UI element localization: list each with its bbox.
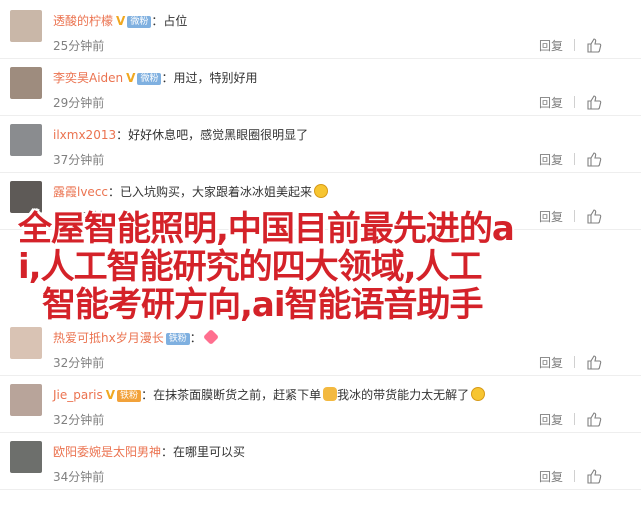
separator-colon: ： [161,445,174,459]
divider [574,210,575,222]
thumbs-up-icon[interactable] [586,468,602,484]
divider [574,153,575,165]
smile-emoji-icon [471,387,486,401]
comment-item: Jie_paris V 铁粉 ：在抹茶面膜断货之前，赶紧下单 我冰的带货能力太无解了 32… [0,376,641,433]
comment-item: 欧阳委婉是太阳男神：在哪里可以买 34分钟前 回复 [0,433,641,490]
cat-emoji-icon [323,387,338,401]
thumbs-up-icon[interactable] [586,37,602,53]
divider [574,356,575,368]
timestamp: 34分钟前 [53,470,105,484]
reply-button[interactable]: 回复 [539,208,563,225]
comment-item: ilxmx2013：好好休息吧，感觉黑眼圈很明显了 37分钟前 回复 [0,116,641,173]
comment-line: Jie_paris V 铁粉 ：在抹茶面膜断货之前，赶紧下单 我冰的带货能力太无解了 [53,387,486,403]
username-link[interactable]: 露霞lvecc [53,185,108,199]
timestamp: 29分钟前 [53,96,105,110]
avatar[interactable] [10,10,42,42]
timestamp: 32分钟前 [53,356,105,370]
thumbs-up-icon[interactable] [586,208,602,224]
thumbs-up-icon[interactable] [586,151,602,167]
reply-button[interactable]: 回复 [539,468,563,485]
verified-icon: V [116,14,126,28]
avatar[interactable] [10,327,42,359]
fan-badge: 铁粉 [117,390,142,402]
comment-text: 在抹茶面膜断货之前，赶紧下单 [153,388,322,402]
thumbs-up-icon[interactable] [586,94,602,110]
divider [574,413,575,425]
avatar[interactable] [10,67,42,99]
separator-colon: ： [151,14,164,28]
smile-emoji-icon [314,184,329,198]
comment-line: 李奕昊Aiden V 微粉 ：用过，特别好用 [53,70,258,86]
timestamp: 45分钟前 [53,210,105,224]
reply-button[interactable]: 回复 [539,37,563,54]
comment-item: 露霞lvecc：已入坑购买，大家跟着冰冰姐美起来 45分钟前 回复 [0,173,641,230]
overlay-line-2: i,人工智能研究的四大领域,人工 [18,247,483,287]
comment-line: ilxmx2013：好好休息吧，感觉黑眼圈很明显了 [53,127,308,143]
thumbs-up-icon[interactable] [586,411,602,427]
verified-icon: V [126,71,136,85]
username-link[interactable]: 欧阳委婉是太阳男神 [53,445,161,459]
comment-line: 热爱可抵hx岁月漫长 铁粉： [53,329,219,346]
username-link[interactable]: 热爱可抵hx岁月漫长 [53,331,164,345]
comment-text: 好好休息吧，感觉黑眼圈很明显了 [128,128,309,142]
avatar[interactable] [10,181,42,213]
reply-button[interactable]: 回复 [539,354,563,371]
separator-colon: ： [189,331,202,345]
divider [574,96,575,108]
fan-badge: 微粉 [137,73,162,85]
fan-badge: 铁粉 [165,333,190,345]
username-link[interactable]: 李奕昊Aiden [53,71,123,85]
thumbs-up-icon[interactable] [586,354,602,370]
separator-colon: ： [108,185,121,199]
avatar[interactable] [10,124,42,156]
comment-text: 在哪里可以买 [173,445,246,459]
separator-colon: ： [116,128,129,142]
username-link[interactable]: ilxmx2013 [53,128,116,142]
reply-button[interactable]: 回复 [539,94,563,111]
separator-colon: ： [161,71,174,85]
comment-text: 我冰的带货能力太无解了 [337,388,470,402]
username-link[interactable]: 透酸的柠檬 [53,14,113,28]
divider [574,470,575,482]
reply-button[interactable]: 回复 [539,411,563,428]
fan-badge: 微粉 [127,16,152,28]
timestamp: 32分钟前 [53,413,105,427]
comment-line: 欧阳委婉是太阳男神：在哪里可以买 [53,444,245,460]
comment-line: 露霞lvecc：已入坑购买，大家跟着冰冰姐美起来 [53,184,329,200]
comment-item: 热爱可抵hx岁月漫长 铁粉： 32分钟前 回复 [0,319,641,376]
reply-button[interactable]: 回复 [539,151,563,168]
comment-text: 已入坑购买，大家跟着冰冰姐美起来 [120,185,313,199]
comment-text: 占位 [163,14,188,28]
comment-line: 透酸的柠檬 V 微粉 ：占位 [53,13,187,29]
comment-item: 透酸的柠檬 V 微粉 ：占位 25分钟前 回复 [0,2,641,59]
avatar[interactable] [10,384,42,416]
heart-emoji-icon [202,329,219,345]
comment-text: 用过，特别好用 [173,71,258,85]
timestamp: 37分钟前 [53,153,105,167]
verified-icon: V [105,388,116,402]
comment-item: 李奕昊Aiden V 微粉 ：用过，特别好用 29分钟前 回复 [0,59,641,116]
avatar[interactable] [10,441,42,473]
divider [574,39,575,51]
timestamp: 25分钟前 [53,39,105,53]
separator-colon: ： [141,388,154,402]
username-link[interactable]: Jie_paris [53,388,103,402]
